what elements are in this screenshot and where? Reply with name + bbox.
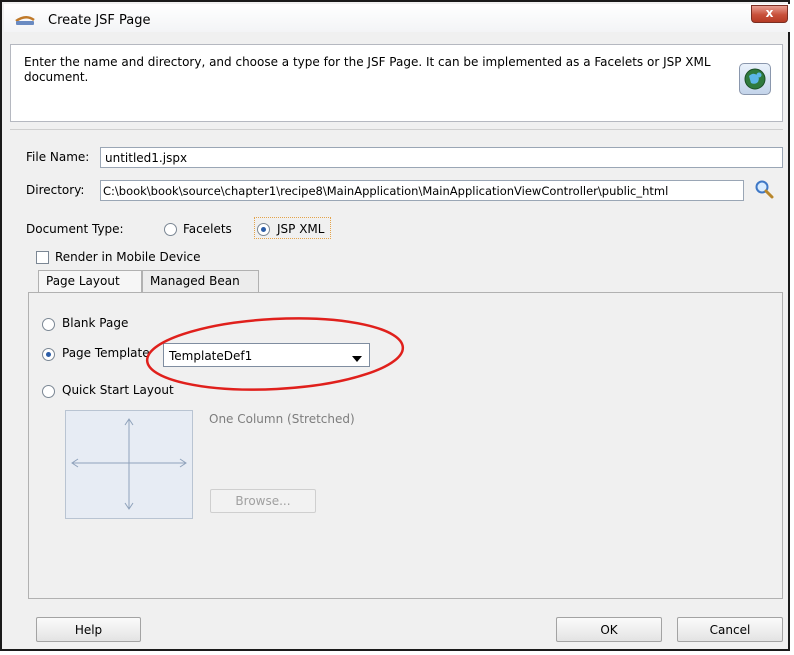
render-mobile-checkbox[interactable] — [36, 251, 49, 264]
header-description: Enter the name and directory, and choose… — [24, 55, 711, 84]
document-type-label: Document Type: — [26, 222, 124, 236]
facelets-label[interactable]: Facelets — [183, 222, 232, 236]
wizard-icon — [739, 63, 771, 95]
layout-preview — [65, 410, 193, 519]
cancel-button[interactable]: Cancel — [677, 617, 783, 642]
file-name-input[interactable] — [100, 147, 783, 168]
page-template-radio[interactable] — [42, 348, 55, 361]
window-title: Create JSF Page — [48, 13, 151, 28]
create-jsf-page-dialog: Create JSF Page x Enter the name and dir… — [0, 0, 790, 651]
file-name-label: File Name: — [26, 150, 90, 164]
ok-button[interactable]: OK — [556, 617, 662, 642]
header-panel: Enter the name and directory, and choose… — [10, 44, 783, 122]
app-icon — [14, 11, 38, 30]
blank-page-label[interactable]: Blank Page — [62, 316, 128, 330]
page-template-label[interactable]: Page Template — [62, 346, 150, 360]
jsp-xml-radio[interactable] — [257, 223, 270, 236]
layout-name: One Column (Stretched) — [209, 412, 355, 426]
annotation-circle — [145, 317, 405, 391]
blank-page-radio[interactable] — [42, 318, 55, 331]
search-icon — [755, 180, 774, 199]
tab-managed-bean[interactable]: Managed Bean — [142, 270, 259, 292]
header-separator — [10, 129, 783, 130]
quick-start-radio[interactable] — [42, 385, 55, 398]
tab-page-layout[interactable]: Page Layout — [38, 270, 142, 292]
close-button[interactable]: x — [751, 5, 788, 23]
stretch-arrows-icon — [71, 418, 187, 510]
close-icon: x — [765, 6, 774, 20]
browse-layout-button[interactable]: Browse... — [210, 489, 316, 513]
render-mobile-label[interactable]: Render in Mobile Device — [55, 250, 201, 264]
browse-directory-button[interactable] — [753, 178, 775, 200]
jsp-xml-label[interactable]: JSP XML — [277, 222, 324, 236]
help-button[interactable]: Help — [36, 617, 141, 642]
directory-label: Directory: — [26, 183, 85, 197]
title-bar[interactable]: Create JSF Page x — [4, 4, 790, 32]
directory-input[interactable] — [100, 180, 744, 201]
facelets-radio[interactable] — [164, 223, 177, 236]
